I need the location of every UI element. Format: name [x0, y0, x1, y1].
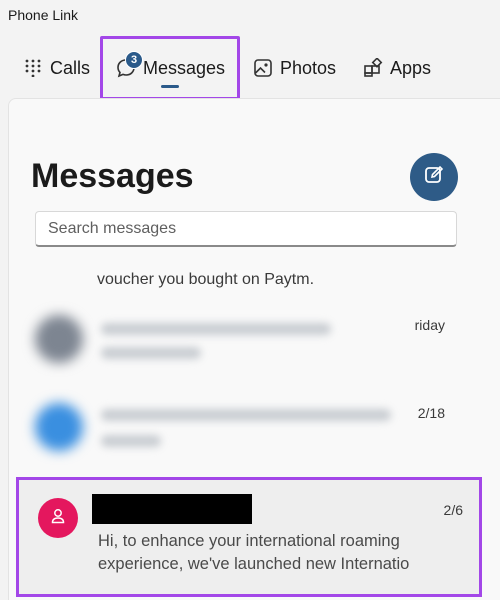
avatar — [38, 498, 78, 538]
active-tab-indicator — [161, 85, 179, 88]
page-title: Messages — [31, 157, 194, 195]
unread-count-badge: 3 — [125, 51, 143, 69]
conversation-item-selected[interactable]: 2/6 Hi, to enhance your international ro… — [16, 477, 482, 597]
tab-photos[interactable]: Photos — [252, 36, 336, 100]
blurred-preview — [101, 347, 201, 359]
person-icon — [49, 507, 67, 530]
redacted-sender-name — [92, 494, 252, 524]
compose-button[interactable] — [410, 153, 458, 201]
avatar — [35, 315, 83, 363]
tab-apps-label: Apps — [390, 57, 432, 78]
tab-messages-label: Messages — [143, 57, 226, 78]
message-preview: voucher you bought on Paytm. — [97, 271, 315, 288]
apps-icon — [362, 57, 384, 79]
blurred-name — [101, 323, 331, 335]
conversation-item[interactable]: riday — [9, 295, 489, 379]
messages-panel: Messages voucher you bought on Paytm. ri… — [8, 98, 500, 600]
conversation-date: riday — [414, 317, 445, 333]
top-nav-tabs: Calls 3 Messages Photos Apps — [0, 36, 500, 100]
avatar — [35, 403, 83, 451]
window-title: Phone Link — [8, 7, 79, 23]
tab-messages[interactable]: 3 Messages — [100, 36, 240, 100]
tab-calls[interactable]: Calls — [22, 36, 90, 100]
dialpad-icon — [22, 57, 44, 79]
conversation-date: 2/6 — [443, 502, 463, 518]
message-preview: Hi, to enhance your international roamin… — [98, 532, 410, 573]
search-input[interactable] — [35, 211, 457, 247]
blurred-preview — [101, 435, 161, 447]
photo-icon — [252, 57, 274, 79]
tab-apps[interactable]: Apps — [362, 36, 431, 100]
tab-calls-label: Calls — [50, 57, 91, 78]
conversation-item[interactable]: 2/18 — [9, 383, 489, 467]
compose-icon — [423, 164, 445, 191]
tab-photos-label: Photos — [280, 57, 337, 78]
blurred-name — [101, 409, 391, 421]
conversation-date: 2/18 — [417, 405, 445, 421]
